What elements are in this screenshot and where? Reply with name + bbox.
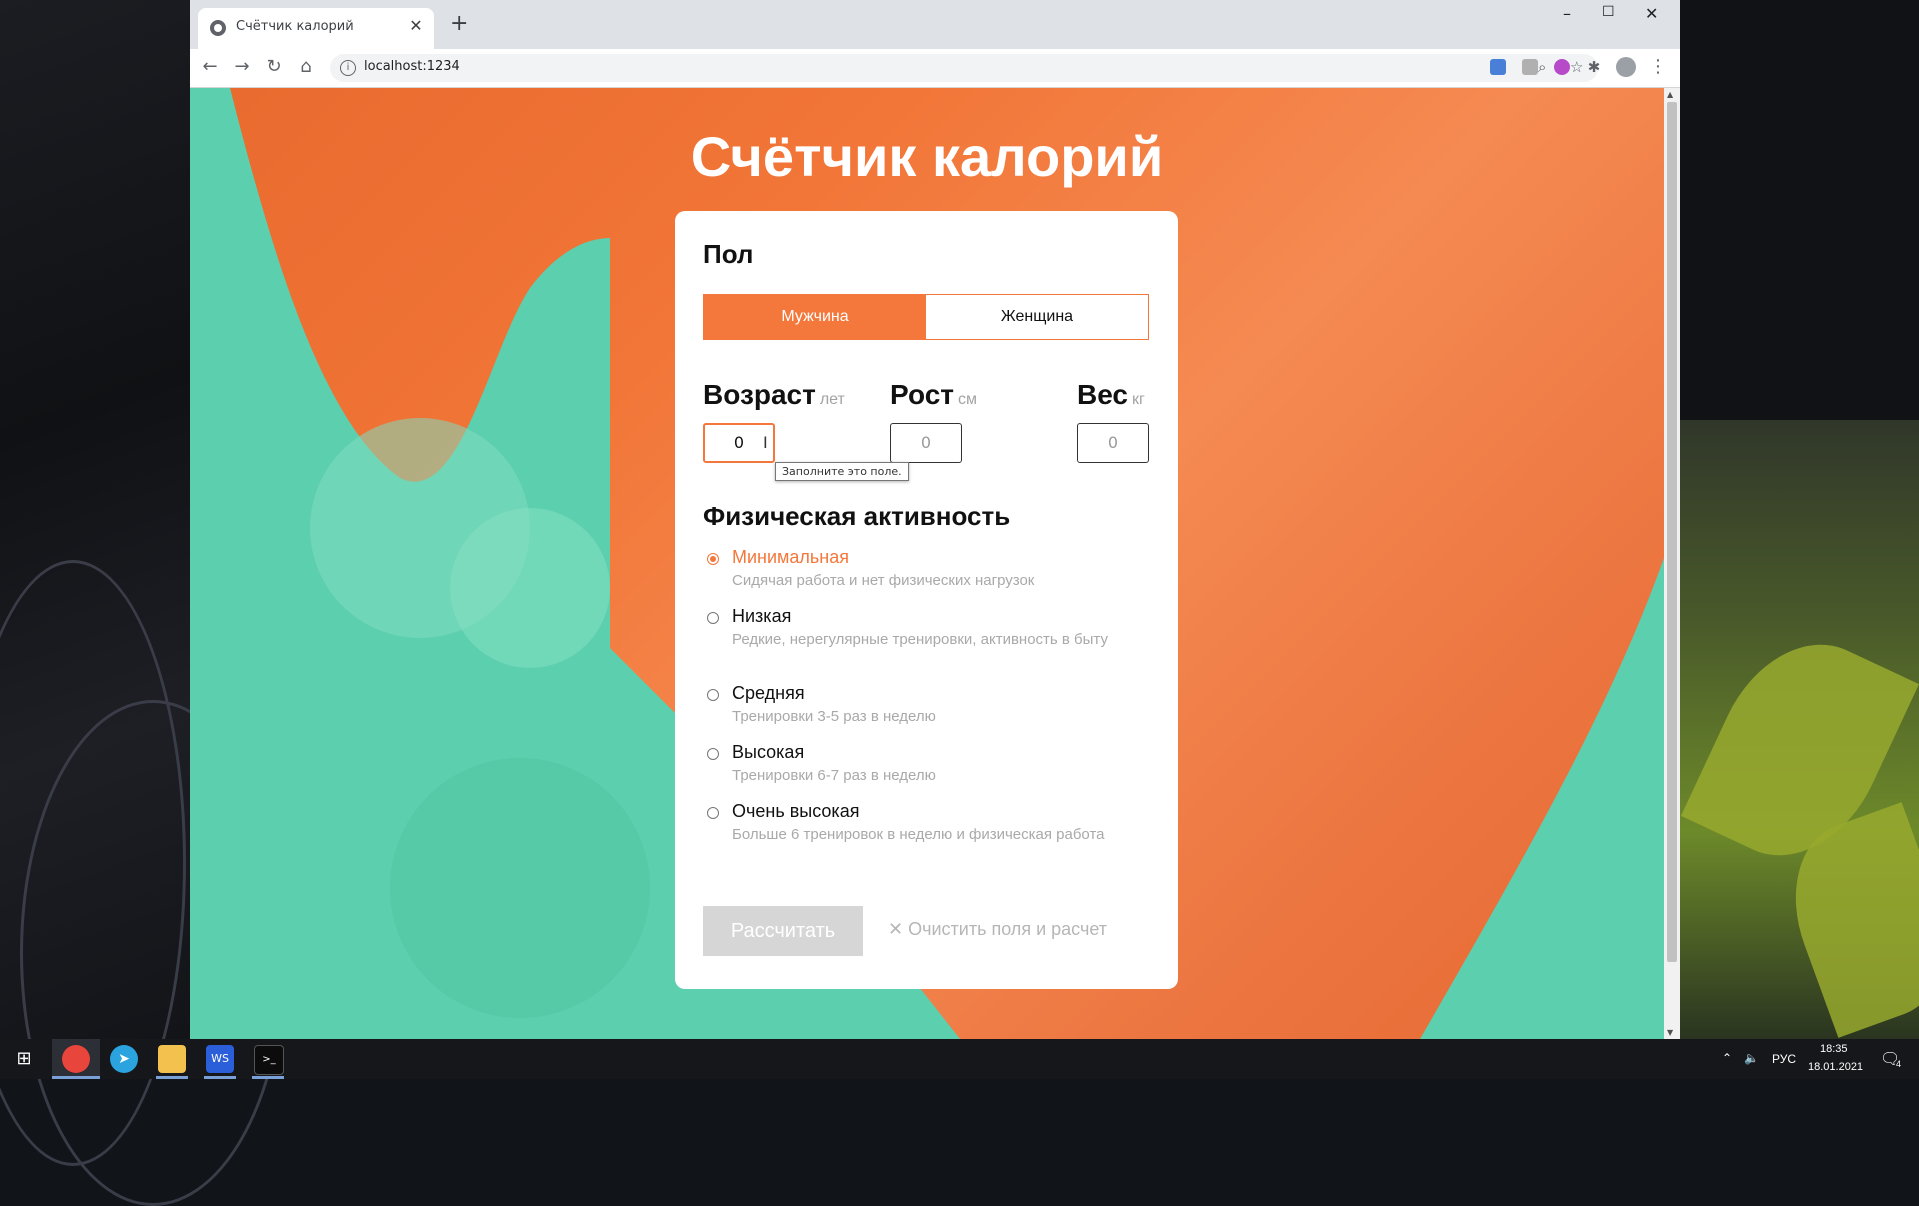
extensions-puzzle-icon[interactable]: ✱ [1582, 55, 1606, 79]
reload-icon[interactable]: ↻ [262, 55, 286, 79]
notifications-count: 4 [1896, 1059, 1902, 1069]
radio-unchecked[interactable] [707, 807, 719, 819]
browser-tab[interactable]: Счётчик калорий ✕ [198, 8, 434, 49]
height-label-text: Рост [890, 379, 954, 410]
broccoli-image [390, 758, 650, 1018]
gender-female-button[interactable]: Женщина [926, 295, 1148, 339]
site-info-icon[interactable]: i [340, 60, 356, 76]
profile-avatar[interactable] [1616, 57, 1636, 77]
weight-label: Вес кг [1077, 379, 1145, 411]
clock-time[interactable]: 18:35 [1820, 1043, 1848, 1055]
activity-desc: Тренировки 3-5 раз в неделю [732, 708, 936, 725]
clear-button-label: Очистить поля и расчет [908, 919, 1107, 939]
wallpaper-shadow [1680, 0, 1919, 420]
teal-shape-right [1420, 558, 1664, 1039]
height-unit: см [958, 391, 977, 408]
radio-unchecked[interactable] [707, 748, 719, 760]
desktop-wallpaper-left [0, 0, 286, 1206]
activity-desc: Больше 6 тренировок в неделю и физическа… [732, 826, 1105, 843]
menu-dots-icon[interactable]: ⋮ [1646, 55, 1670, 79]
terminal-icon[interactable]: >_ [254, 1045, 284, 1075]
activity-title: Средняя [732, 683, 805, 703]
gender-heading: Пол [703, 239, 754, 269]
activity-title: Очень высокая [732, 801, 860, 821]
chrome-icon[interactable] [62, 1045, 90, 1073]
cauliflower-image [450, 508, 610, 668]
radio-unchecked[interactable] [707, 612, 719, 624]
page-title: Счётчик калорий [690, 125, 1164, 188]
clear-button[interactable]: ✕ Очистить поля и расчет [888, 919, 1107, 940]
text-cursor-icon: I [763, 433, 768, 452]
extension-v-icon[interactable] [1490, 59, 1506, 75]
new-tab-button[interactable]: + [450, 12, 468, 36]
page-scrollbar[interactable]: ▲ ▼ [1664, 88, 1680, 1039]
maximize-button[interactable]: ☐ [1602, 4, 1615, 20]
file-explorer-icon[interactable] [158, 1045, 186, 1073]
activity-title: Высокая [732, 742, 805, 762]
home-icon[interactable]: ⌂ [294, 55, 318, 79]
tab-strip: Счётчик калорий ✕ + – ☐ ✕ [190, 0, 1680, 49]
language-indicator[interactable]: РУС [1772, 1052, 1796, 1066]
activity-desc: Сидячая работа и нет физических нагрузок [732, 572, 1035, 589]
tray-chevron-icon[interactable]: ⌃ [1722, 1051, 1732, 1065]
zoom-icon[interactable]: ⌕ [1538, 58, 1546, 76]
scroll-up-icon[interactable]: ▲ [1667, 90, 1673, 99]
age-label: Возраст лет [703, 379, 845, 411]
activity-title: Низкая [732, 606, 792, 626]
weight-unit: кг [1132, 391, 1145, 408]
activity-title: Минимальная [732, 547, 850, 567]
validation-tooltip: Заполните это поле. [775, 462, 909, 481]
calculator-card: Пол Мужчина Женщина Возраст лет Рост см Ве… [675, 211, 1178, 989]
calculate-button[interactable]: Рассчитать [703, 906, 863, 956]
scroll-down-icon[interactable]: ▼ [1667, 1028, 1673, 1037]
taskbar: ⊞ ➤ WS >_ ⌃ 🔈 РУС 18:35 18.01.2021 🗨 4 [0, 1039, 1919, 1079]
activity-desc: Тренировки 6-7 раз в неделю [732, 767, 936, 784]
close-icon: ✕ [888, 919, 909, 939]
minimize-button[interactable]: – [1563, 4, 1571, 23]
tab-title: Счётчик калорий [236, 19, 354, 34]
browser-window: Счётчик калорий ✕ + – ☐ ✕ ← → ↻ ⌂ i loca… [190, 0, 1680, 1039]
webstorm-icon[interactable]: WS [206, 1045, 234, 1073]
activity-desc: Редкие, нерегулярные тренировки, активно… [732, 631, 1108, 648]
radio-checked[interactable] [707, 553, 719, 565]
back-icon[interactable]: ← [198, 55, 222, 79]
clock-date[interactable]: 18.01.2021 [1808, 1061, 1863, 1073]
close-window-button[interactable]: ✕ [1645, 4, 1658, 23]
age-label-text: Возраст [703, 379, 816, 410]
desktop-wallpaper-right [1680, 0, 1919, 1039]
gender-switch: Мужчина Женщина [703, 294, 1149, 340]
close-tab-icon[interactable]: ✕ [406, 16, 426, 36]
extension-circle-icon[interactable] [1554, 59, 1570, 75]
height-input[interactable]: 0 [890, 423, 962, 463]
page-viewport: Счётчик калорий Пол Мужчина Женщина Возр… [190, 88, 1664, 1039]
windows-start-icon[interactable]: ⊞ [10, 1045, 38, 1073]
age-unit: лет [819, 391, 845, 408]
forward-icon[interactable]: → [230, 55, 254, 79]
height-label: Рост см [890, 379, 977, 411]
browser-toolbar: ← → ↻ ⌂ i localhost:1234 ⌕ ☆ ✱ ⋮ [190, 49, 1680, 88]
weight-label-text: Вес [1077, 379, 1128, 410]
url-text: localhost:1234 [364, 59, 460, 74]
gender-male-button[interactable]: Мужчина [704, 295, 926, 339]
volume-icon[interactable]: 🔈 [1744, 1051, 1759, 1065]
telegram-icon[interactable]: ➤ [110, 1045, 138, 1073]
weight-input[interactable]: 0 [1077, 423, 1149, 463]
globe-icon [210, 20, 226, 36]
activity-heading: Физическая активность [703, 501, 1011, 531]
radio-unchecked[interactable] [707, 689, 719, 701]
scroll-thumb[interactable] [1667, 102, 1677, 962]
extension-css-icon[interactable] [1522, 59, 1538, 75]
address-bar[interactable]: i localhost:1234 ⌕ ☆ [330, 54, 1598, 82]
